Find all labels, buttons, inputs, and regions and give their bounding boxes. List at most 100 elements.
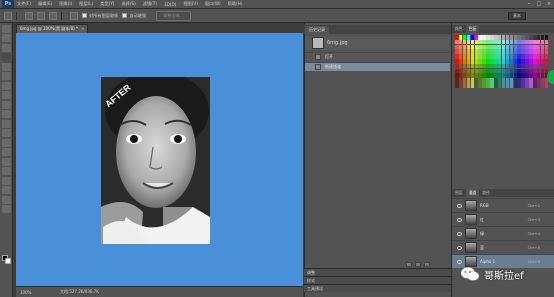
color-swatch[interactable] (544, 83, 549, 88)
auto-enhance-label: 自动增强 (129, 12, 147, 18)
lasso-tool-icon[interactable] (2, 43, 11, 52)
new-snapshot-icon[interactable] (415, 262, 421, 267)
portrait-image: AFTER (101, 77, 210, 244)
document-info[interactable]: 文档:527.2K/936.7K (60, 289, 99, 295)
menu-select[interactable]: 选择(S) (121, 1, 135, 7)
visibility-eye-icon[interactable] (457, 203, 462, 208)
minimize-button[interactable]: – (526, 1, 532, 7)
channel-name: 蓝 (480, 244, 484, 250)
new-document-from-state-icon[interactable] (406, 262, 412, 267)
color-swatch[interactable] (544, 54, 549, 59)
zoom-level[interactable]: 100% (20, 290, 40, 295)
new-selection-icon[interactable] (25, 11, 33, 20)
menu-filter[interactable]: 滤镜(T) (143, 1, 157, 7)
brush-size-icon[interactable] (70, 11, 78, 20)
document-tab[interactable]: 6mg.jpg @ 100%(黑 副本/8) * × (16, 24, 88, 33)
portrait-photo: AFTER (101, 77, 210, 244)
history-step-label: 新建通道 (325, 64, 341, 69)
snapshot-name: 6mg.jpg (327, 40, 348, 46)
blur-tool-icon[interactable] (2, 138, 11, 147)
channel-name: RGB (480, 203, 489, 208)
background-color-swatch[interactable] (5, 258, 11, 264)
channel-row[interactable]: RGB Ctrl+2 (452, 198, 554, 212)
history-panel-actions (406, 262, 430, 267)
menu-window[interactable]: 窗口(W) (205, 1, 221, 7)
gradient-tool-icon[interactable] (2, 129, 11, 137)
channel-row[interactable]: 绿 Ctrl+4 (452, 226, 554, 240)
workspace-select[interactable]: 基本 (508, 12, 526, 20)
subtract-selection-icon[interactable] (49, 11, 57, 20)
dodge-tool-icon[interactable] (2, 148, 11, 156)
menu-help[interactable]: 帮助(H) (228, 1, 243, 7)
tool-preset-icon[interactable] (4, 11, 12, 20)
marquee-tool-icon[interactable] (2, 34, 11, 42)
app-logo: Ps (2, 0, 14, 8)
delete-state-icon[interactable] (424, 262, 430, 267)
tab-history[interactable]: 历史记录 (305, 26, 329, 34)
eraser-tool-icon[interactable] (2, 119, 11, 128)
sample-all-layers-checkbox[interactable] (82, 13, 87, 18)
move-tool-icon[interactable] (2, 24, 11, 33)
menu-type[interactable]: 类型(Y) (100, 1, 114, 7)
visibility-eye-icon[interactable] (457, 231, 462, 236)
collapsed-panel-styles[interactable]: 样式 (304, 276, 451, 284)
history-step-icon (315, 54, 321, 60)
channel-thumbnail (465, 214, 477, 225)
collapsed-panel-tool-presets[interactable]: 工具预设 (304, 284, 451, 292)
channel-name: 绿 (480, 230, 484, 236)
tab-layers[interactable]: 图层 (452, 189, 466, 197)
history-step[interactable]: 打开 (305, 52, 450, 61)
tab-color[interactable]: 颜色 (452, 25, 466, 33)
channels-panel-header: 图层 通道 路径 (452, 189, 554, 197)
divider (61, 11, 62, 20)
pen-tool-icon[interactable] (2, 157, 11, 166)
refine-edge-button[interactable]: 调整边缘... (156, 10, 191, 21)
zoom-tool-icon[interactable] (2, 205, 11, 213)
menu-view[interactable]: 视图(V) (183, 1, 198, 7)
path-selection-tool-icon[interactable] (2, 176, 11, 185)
channel-thumbnail (465, 228, 477, 239)
hand-tool-icon[interactable] (2, 195, 11, 204)
channel-thumbnail (465, 242, 477, 253)
watermark-text: 哥斯拉ef (484, 270, 524, 282)
chat-bubble-icon[interactable] (547, 70, 554, 84)
crop-tool-icon[interactable] (2, 62, 11, 71)
channel-thumbnail (465, 200, 477, 211)
history-snapshot[interactable]: 6mg.jpg (305, 36, 450, 50)
close-button[interactable]: × (546, 1, 552, 7)
healing-brush-tool-icon[interactable] (2, 81, 11, 90)
channel-row[interactable]: 蓝 Ctrl+5 (452, 240, 554, 254)
maximize-button[interactable]: □ (536, 1, 542, 7)
swatches-grid[interactable] (455, 35, 549, 93)
divider (16, 11, 17, 20)
history-step-selected[interactable]: 新建通道 (305, 62, 450, 71)
menu-layer[interactable]: 图层(L) (79, 1, 93, 7)
add-selection-icon[interactable] (37, 11, 45, 20)
visibility-eye-icon[interactable] (457, 217, 462, 222)
brush-tool-icon[interactable] (2, 91, 11, 99)
quick-selection-tool-icon[interactable] (2, 53, 11, 61)
clone-stamp-tool-icon[interactable] (2, 100, 11, 109)
tab-paths[interactable]: 路径 (479, 189, 493, 197)
channel-shortcut: Ctrl+3 (527, 217, 540, 222)
wechat-icon (461, 267, 480, 281)
auto-enhance-checkbox[interactable] (122, 13, 128, 18)
menu-image[interactable]: 图像(I) (59, 1, 72, 7)
menu-file[interactable]: 文件(F) (17, 1, 31, 7)
type-tool-icon[interactable] (2, 167, 11, 175)
tab-channels[interactable]: 通道 (465, 189, 480, 197)
channel-shortcut: Ctrl+5 (527, 245, 540, 250)
channel-shortcut: Ctrl+2 (527, 203, 540, 208)
tab-swatches[interactable]: 色板 (465, 25, 480, 33)
collapsed-panel-adjustments[interactable]: 调整 (304, 268, 451, 276)
history-brush-tool-icon[interactable] (2, 110, 11, 118)
watermark: 哥斯拉ef (460, 258, 552, 290)
photoshop-window: Ps 文件(F) 编辑(E) 图像(I) 图层(L) 类型(Y) 选择(S) 滤… (0, 0, 554, 297)
shape-tool-icon[interactable] (2, 186, 11, 194)
visibility-eye-icon[interactable] (457, 245, 462, 250)
menu-3d[interactable]: 3D(D) (164, 2, 176, 7)
menu-edit[interactable]: 编辑(E) (38, 1, 52, 7)
eyedropper-tool-icon[interactable] (2, 72, 11, 80)
channel-row[interactable]: 红 Ctrl+3 (452, 212, 554, 226)
close-icon[interactable]: × (81, 26, 84, 31)
